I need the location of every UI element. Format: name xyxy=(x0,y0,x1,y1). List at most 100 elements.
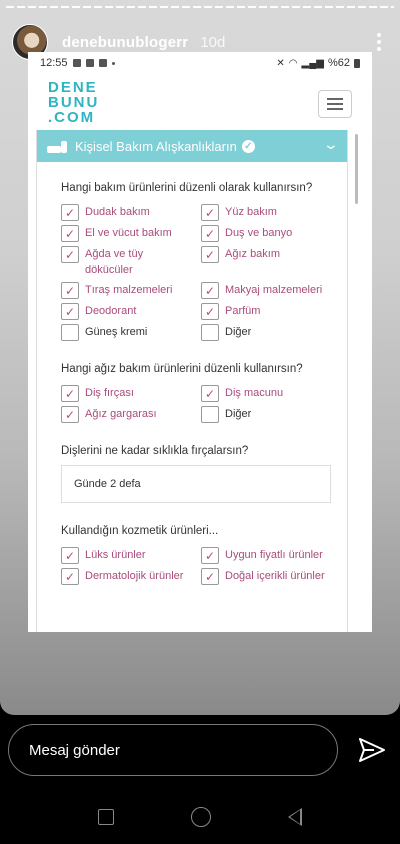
story-time-ago: 10d xyxy=(200,33,226,51)
logo-line: .COM xyxy=(48,108,96,126)
option-label: Deodorant xyxy=(85,305,137,317)
option-label: Diş macunu xyxy=(225,387,284,399)
message-input[interactable]: Mesaj gönder xyxy=(8,724,338,776)
question-text: Hangi bakım ürünlerini düzenli olarak ku… xyxy=(61,182,313,194)
logo-line: DENE xyxy=(48,78,98,96)
options-group: Diş fırçası Diş macunu Ağız gargarası Diğer xyxy=(61,385,331,423)
story-frame: denebunublogerr 10d 12:55 ✕ ◠ ▂▄▆ %62 DE xyxy=(0,0,400,715)
recent-apps-icon[interactable] xyxy=(98,809,115,825)
mute-icon: ✕ xyxy=(276,57,285,69)
logo-line: BUNU xyxy=(48,93,100,111)
signal-icon: ▂▄▆ xyxy=(301,57,324,69)
checkbox-option[interactable]: Diş fırçası xyxy=(61,385,191,402)
question-text: Kullandığın kozmetik ürünleri... xyxy=(61,525,219,537)
story-progress-bar xyxy=(6,6,394,8)
checkbox-option[interactable]: Yüz bakım xyxy=(201,204,331,221)
checkbox-option[interactable]: Deodorant xyxy=(61,303,191,320)
checkbox-unchecked[interactable] xyxy=(61,324,79,341)
section-header[interactable]: Kişisel Bakım Alışkanlıkların ✓ ⌄ xyxy=(37,130,347,162)
checkbox-unchecked[interactable] xyxy=(201,324,219,341)
phone-status-bar: 12:55 ✕ ◠ ▂▄▆ %62 xyxy=(28,52,372,74)
checkbox-option[interactable]: Diğer xyxy=(201,406,331,423)
checkbox-option[interactable]: Ağda ve tüy dökücüler xyxy=(61,246,191,278)
youtube-icon xyxy=(85,59,94,67)
checkbox-unchecked[interactable] xyxy=(201,406,219,423)
option-label: Parfüm xyxy=(225,305,261,317)
checkbox-option[interactable]: Uygun fiyatlı ürünler xyxy=(201,547,331,564)
instagram-icon xyxy=(98,59,107,67)
scrollbar[interactable] xyxy=(355,134,358,204)
message-placeholder: Mesaj gönder xyxy=(29,741,120,759)
hamburger-icon[interactable] xyxy=(318,90,352,118)
checkbox-option[interactable]: Doğal içerikli ürünler xyxy=(201,568,331,585)
site-logo[interactable]: DENE BUNU .COM xyxy=(48,80,99,125)
checkbox-checked[interactable] xyxy=(61,385,79,402)
checkbox-checked[interactable] xyxy=(61,568,79,585)
checkbox-checked[interactable] xyxy=(61,246,79,263)
checkbox-option[interactable]: Güneş kremi xyxy=(61,324,191,341)
option-label: Doğal içerikli ürünler xyxy=(225,570,325,582)
checkbox-option[interactable]: Dudak bakım xyxy=(61,204,191,221)
checkbox-option[interactable]: Ağız bakım xyxy=(201,246,331,278)
checkbox-option[interactable]: Makyaj malzemeleri xyxy=(201,282,331,299)
section-title: Kişisel Bakım Alışkanlıkların xyxy=(75,138,237,154)
option-label: Ağız gargarası xyxy=(85,408,157,420)
shared-screenshot: 12:55 ✕ ◠ ▂▄▆ %62 DENE BUNU .COM Kişisel… xyxy=(28,52,372,632)
site-header: DENE BUNU .COM xyxy=(28,74,372,130)
option-label: Dudak bakım xyxy=(85,206,150,218)
option-label: Dermatolojik ürünler xyxy=(85,570,184,582)
battery-icon xyxy=(354,58,360,68)
checkbox-checked[interactable] xyxy=(61,204,79,221)
brush-frequency-field[interactable]: Günde 2 defa xyxy=(61,465,331,503)
checkbox-checked[interactable] xyxy=(201,282,219,299)
checkbox-option[interactable]: El ve vücut bakım xyxy=(61,225,191,242)
story-username[interactable]: denebunublogerr xyxy=(62,34,188,51)
checkbox-option[interactable]: Dermatolojik ürünler xyxy=(61,568,191,585)
checkbox-checked[interactable] xyxy=(201,246,219,263)
checkbox-checked[interactable] xyxy=(61,303,79,320)
checkbox-option[interactable]: Duş ve banyo xyxy=(201,225,331,242)
option-label: Güneş kremi xyxy=(85,326,148,338)
checkbox-option[interactable]: Parfüm xyxy=(201,303,331,320)
back-icon[interactable] xyxy=(287,808,302,826)
check-circle-icon: ✓ xyxy=(241,139,255,153)
option-label: Diğer xyxy=(225,326,252,338)
question-text: Dişlerini ne kadar sıklıkla fırçalarsın? xyxy=(61,445,249,457)
checkbox-checked[interactable] xyxy=(201,547,219,564)
option-label: Makyaj malzemeleri xyxy=(225,284,323,296)
checkbox-option[interactable]: Diğer xyxy=(201,324,331,341)
option-label: Ağda ve tüy dökücüler xyxy=(85,248,144,276)
checkbox-checked[interactable] xyxy=(61,225,79,242)
wifi-icon: ◠ xyxy=(288,57,298,69)
dot-icon xyxy=(111,61,115,65)
options-group: Dudak bakım Yüz bakım El ve vücut bakım Duş… xyxy=(61,204,331,341)
option-label: Diş fırçası xyxy=(85,387,134,399)
option-label: Ağız bakım xyxy=(225,248,281,260)
option-label: Duş ve banyo xyxy=(225,227,293,239)
checkbox-checked[interactable] xyxy=(201,568,219,585)
checkbox-checked[interactable] xyxy=(61,547,79,564)
options-group: Lüks ürünler Uygun fiyatlı ürünler Dermato… xyxy=(61,547,331,585)
checkbox-checked[interactable] xyxy=(61,282,79,299)
status-time: 12:55 xyxy=(40,57,68,69)
more-vertical-icon[interactable] xyxy=(370,30,388,54)
battery-percent: %62 xyxy=(327,57,350,69)
send-icon[interactable] xyxy=(356,734,388,766)
survey-form: Kişisel Bakım Alışkanlıkların ✓ ⌄ Hangi … xyxy=(36,130,348,632)
option-label: El ve vücut bakım xyxy=(85,227,172,239)
checkbox-checked[interactable] xyxy=(201,225,219,242)
option-label: Yüz bakım xyxy=(225,206,277,218)
option-label: Uygun fiyatlı ürünler xyxy=(225,549,323,561)
home-icon[interactable] xyxy=(190,807,211,827)
checkbox-checked[interactable] xyxy=(61,406,79,423)
checkbox-option[interactable]: Lüks ürünler xyxy=(61,547,191,564)
checkbox-option[interactable]: Diş macunu xyxy=(201,385,331,402)
checkbox-checked[interactable] xyxy=(201,385,219,402)
checkbox-option[interactable]: Tıraş malzemeleri xyxy=(61,282,191,299)
checkbox-checked[interactable] xyxy=(201,204,219,221)
checkbox-checked[interactable] xyxy=(201,303,219,320)
chevron-down-icon[interactable]: ⌄ xyxy=(323,136,339,153)
option-label: Lüks ürünler xyxy=(85,549,146,561)
android-nav-bar xyxy=(0,790,400,844)
checkbox-option[interactable]: Ağız gargarası xyxy=(61,406,191,423)
